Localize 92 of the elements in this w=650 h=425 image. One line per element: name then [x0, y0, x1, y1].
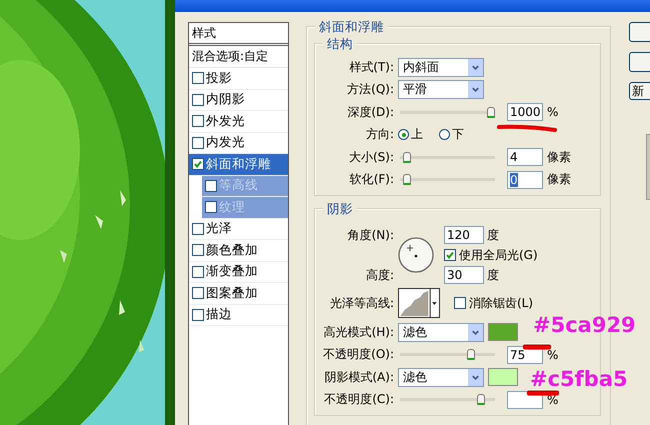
dropdown[interactable]: 滤色 [398, 322, 484, 342]
radio-option[interactable]: 下 [439, 126, 464, 144]
unit-label: 像素 [547, 148, 571, 166]
dropdown[interactable]: 滤色 [398, 368, 484, 387]
annotation-text: #5ca929 [533, 313, 636, 337]
unit-label: 度 [487, 266, 499, 284]
caret-icon [468, 368, 483, 386]
slider-thumb[interactable] [403, 174, 412, 186]
item-label: 内发光 [206, 134, 245, 152]
input-field[interactable]: 30 [444, 266, 484, 284]
checkbox[interactable] [192, 266, 204, 278]
item-label: 颜色叠加 [206, 242, 258, 259]
field-label: 高度: [364, 266, 394, 284]
underline-mark [497, 124, 557, 132]
checkbox[interactable] [192, 287, 204, 300]
list-item[interactable]: 渐变叠加 [189, 262, 288, 283]
input-field[interactable]: 120 [444, 226, 484, 244]
input-field[interactable]: 0 [507, 170, 543, 189]
field-label: 光泽等高线: [328, 294, 394, 312]
item-label: 等高线 [219, 177, 258, 194]
field-label: 高光模式(H): [322, 324, 394, 341]
dropdown[interactable]: 平滑 [398, 80, 484, 100]
item-label: 光泽 [206, 220, 232, 238]
dropdown[interactable]: 内斜面 [398, 58, 484, 77]
group-title: 斜面和浮雕 [315, 19, 388, 34]
field-label: 不透明度(C): [323, 391, 394, 408]
item-label: 投影 [206, 70, 232, 87]
slider-thumb[interactable] [487, 106, 495, 118]
field-label: 样式(T): [348, 58, 394, 76]
unit-label: % [547, 392, 558, 407]
group-title: 阴影 [323, 201, 357, 216]
field-label: 大小(S): [348, 148, 394, 166]
item-label: 外发光 [206, 112, 245, 130]
checkbox[interactable] [192, 72, 204, 84]
list-item[interactable]: 光泽 [189, 218, 288, 240]
checkbox[interactable] [192, 115, 204, 128]
checkbox[interactable] [205, 180, 217, 192]
field-label: 方向: [364, 126, 394, 144]
angle-dial[interactable] [398, 237, 434, 273]
slider-thumb[interactable] [466, 349, 475, 360]
item-label: 内阴影 [206, 91, 245, 108]
unit-label: % [547, 348, 558, 362]
color-swatch[interactable] [488, 368, 518, 386]
underline-mark [527, 389, 559, 397]
checkbox[interactable] [192, 244, 204, 256]
list-header: 样式 [189, 23, 288, 46]
checkbox[interactable] [444, 249, 456, 261]
checkbox-label: 消除锯齿(L) [469, 294, 534, 312]
checkbox[interactable] [192, 308, 204, 321]
list-item[interactable]: 斜面和浮雕 [189, 154, 288, 176]
slider-thumb[interactable] [403, 152, 412, 163]
list-item[interactable]: 内阴影 [189, 90, 288, 111]
radio-option[interactable]: 上 [398, 126, 423, 144]
caret-icon [468, 324, 483, 341]
unit-label: 度 [487, 226, 499, 244]
list-item[interactable]: 外发光 [189, 111, 288, 132]
input-field[interactable]: 1000 [507, 103, 543, 122]
item-label: 描边 [206, 306, 232, 324]
caret-icon [468, 81, 483, 98]
slider-thumb[interactable] [476, 394, 485, 406]
contour-picker[interactable] [398, 288, 440, 318]
field-label: 方法(Q): [346, 81, 394, 98]
list-item[interactable]: 混合选项:自定 [189, 46, 288, 68]
list-item[interactable]: 颜色叠加 [189, 240, 288, 262]
field-label: 软化(F): [348, 171, 394, 188]
item-label: 图案叠加 [206, 284, 258, 302]
checkbox[interactable] [192, 94, 204, 106]
list-item[interactable]: 图案叠加 [189, 283, 288, 304]
field-label: 角度(N): [346, 226, 394, 244]
checkbox[interactable] [192, 136, 204, 149]
field-label: 阴影模式(A): [323, 368, 394, 386]
annotation-text: #c5fba5 [530, 367, 628, 391]
underline-mark [523, 343, 551, 351]
checkbox[interactable] [192, 222, 204, 235]
checkbox[interactable] [192, 158, 204, 170]
color-swatch[interactable] [488, 323, 518, 342]
item-label: 渐变叠加 [206, 263, 258, 280]
list-item[interactable]: 投影 [189, 68, 288, 90]
unit-label: 像素 [547, 171, 571, 188]
checkbox[interactable] [454, 297, 466, 309]
group-title: 结构 [323, 36, 357, 51]
item-label: 纹理 [219, 198, 245, 216]
dialog-button[interactable]: 新 [629, 82, 650, 100]
item-label: 斜面和浮雕 [206, 156, 271, 173]
field-label: 不透明度(O): [322, 346, 394, 364]
field-label: 深度(D): [346, 104, 394, 121]
list-item[interactable]: 描边 [189, 304, 288, 326]
caret-icon [468, 58, 483, 76]
checkbox-label: 使用全局光(G) [459, 246, 538, 264]
checkbox[interactable] [205, 201, 217, 214]
unit-label: % [547, 105, 558, 120]
input-field[interactable]: 4 [507, 148, 543, 166]
